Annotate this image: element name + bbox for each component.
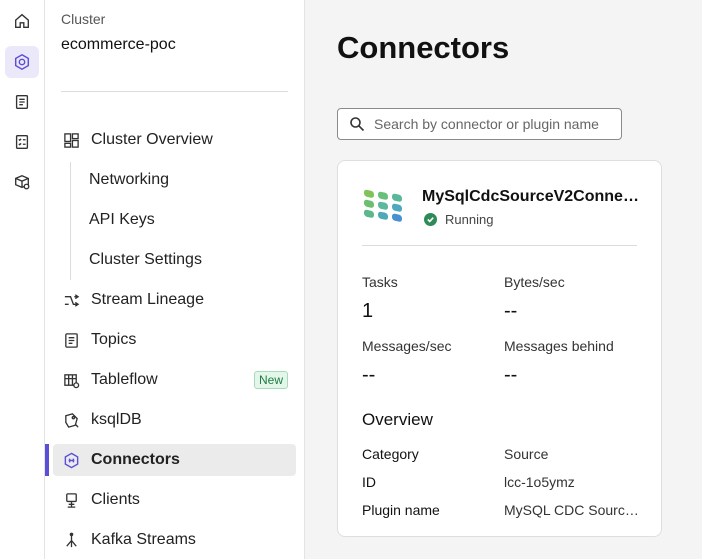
sidebar-item-label: Kafka Streams xyxy=(91,531,196,548)
category-label: Category xyxy=(362,446,419,462)
id-label: ID xyxy=(362,474,376,490)
bytes-value: -- xyxy=(504,300,518,322)
lineage-icon xyxy=(62,291,80,309)
sidebar-item-label: Topics xyxy=(91,331,137,348)
sidebar-item-stream-lineage[interactable]: Stream Lineage xyxy=(53,284,296,316)
sidebar-item-label: Clients xyxy=(91,491,140,508)
cluster-name[interactable]: ecommerce-poc xyxy=(61,36,176,54)
sidebar-item-networking[interactable]: Networking xyxy=(53,164,296,196)
sidebar-item-tableflow[interactable]: Tableflow New xyxy=(53,364,296,396)
bytes-label: Bytes/sec xyxy=(504,274,565,290)
cluster-icon[interactable] xyxy=(5,46,39,78)
plugin-name-value: MySQL CDC Source V2 (Debezium) xyxy=(504,502,640,518)
sidebar-item-kafka-streams[interactable]: Kafka Streams xyxy=(53,524,296,556)
page-title: Connectors xyxy=(337,30,510,65)
sidebar: Cluster ecommerce-poc Cluster Overview N… xyxy=(45,0,305,559)
sidebar-item-label: ksqlDB xyxy=(91,411,142,428)
sidebar-item-cluster-settings[interactable]: Cluster Settings xyxy=(53,244,296,276)
sidebar-item-topics[interactable]: Topics xyxy=(53,324,296,356)
status-badge: Running xyxy=(424,212,493,227)
checklist-icon[interactable] xyxy=(5,126,39,158)
category-value: Source xyxy=(504,446,549,462)
check-circle-icon xyxy=(424,213,437,226)
messages-value: -- xyxy=(362,364,376,386)
document-icon[interactable] xyxy=(5,86,39,118)
overview-icon xyxy=(62,131,80,149)
sidebar-item-connectors[interactable]: Connectors xyxy=(53,444,296,476)
topics-icon xyxy=(62,331,80,349)
sidebar-item-clients[interactable]: Clients xyxy=(53,484,296,516)
sidebar-item-label: Networking xyxy=(89,171,170,188)
messages-behind-value: -- xyxy=(504,364,518,386)
new-badge: New xyxy=(253,371,288,389)
card-divider xyxy=(362,245,637,246)
plugin-name-label: Plugin name xyxy=(362,502,440,518)
mysql-cdc-logo-icon xyxy=(364,189,402,222)
sidebar-divider xyxy=(61,91,288,92)
status-text: Running xyxy=(445,212,494,227)
ksqldb-icon xyxy=(62,411,80,429)
tasks-value: 1 xyxy=(362,300,374,322)
connectors-icon xyxy=(62,451,80,469)
sidebar-item-label: Cluster Settings xyxy=(89,251,202,268)
search-icon xyxy=(350,117,365,132)
sidebar-item-label: Cluster Overview xyxy=(91,131,213,148)
id-value: lcc-1o5ymz xyxy=(504,474,575,490)
connector-card[interactable]: MySqlCdcSourceV2Connector_0 Running Task… xyxy=(337,160,662,537)
sidebar-item-label: API Keys xyxy=(89,211,155,228)
kafka-streams-icon xyxy=(62,531,80,549)
sidebar-item-label: Tableflow xyxy=(91,371,158,388)
home-icon[interactable] xyxy=(5,5,39,37)
active-indicator xyxy=(45,444,49,476)
messages-behind-label: Messages behind xyxy=(504,338,614,354)
package-icon[interactable] xyxy=(5,166,39,198)
overview-heading: Overview xyxy=(362,410,433,429)
messages-label: Messages/sec xyxy=(362,338,452,354)
main-content: Connectors MySqlCdcSourceV2Connector_0 xyxy=(305,0,702,559)
tasks-label: Tasks xyxy=(362,274,398,290)
sidebar-item-api-keys[interactable]: API Keys xyxy=(53,204,296,236)
sidebar-item-label: Connectors xyxy=(91,451,180,468)
tableflow-icon xyxy=(62,371,80,389)
search-input[interactable] xyxy=(374,116,614,132)
connector-name[interactable]: MySqlCdcSourceV2Connector_0 xyxy=(422,188,640,206)
sidebar-item-cluster-overview[interactable]: Cluster Overview xyxy=(53,124,296,156)
sidebar-item-label: Stream Lineage xyxy=(91,291,204,308)
cluster-label: Cluster xyxy=(61,11,106,27)
clients-icon xyxy=(62,491,80,509)
search-box[interactable] xyxy=(337,108,622,140)
sidebar-item-ksqldb[interactable]: ksqlDB xyxy=(53,404,296,436)
icon-rail xyxy=(0,0,45,559)
